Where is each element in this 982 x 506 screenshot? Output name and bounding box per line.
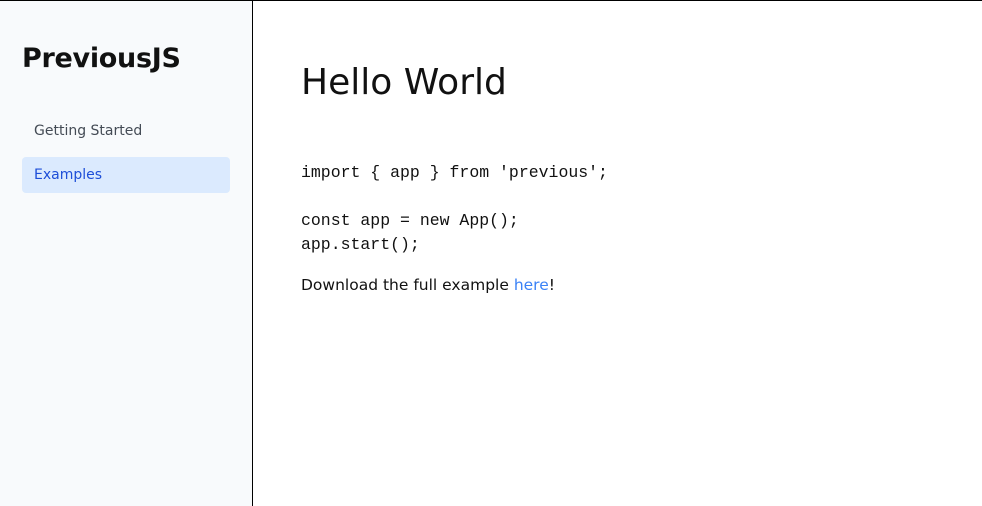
- sidebar-item-getting-started[interactable]: Getting Started: [22, 113, 230, 149]
- sidebar-item-examples[interactable]: Examples: [22, 157, 230, 193]
- brand-logo[interactable]: PreviousJS: [22, 1, 230, 76]
- main-content: Hello World import { app } from 'previou…: [253, 1, 982, 506]
- sidebar: PreviousJS Getting Started Examples: [0, 1, 253, 506]
- code-line: app.start();: [301, 235, 420, 254]
- code-line: import { app } from 'previous';: [301, 163, 608, 182]
- download-link[interactable]: here: [514, 276, 549, 294]
- sidebar-nav: Getting Started Examples: [22, 113, 230, 193]
- download-suffix: !: [548, 276, 555, 294]
- code-line: const app = new App();: [301, 211, 519, 230]
- page-title: Hello World: [301, 62, 507, 103]
- download-prefix: Download the full example: [301, 276, 514, 294]
- code-block: import { app } from 'previous'; const app…: [301, 161, 982, 257]
- download-text: Download the full example here!: [301, 273, 982, 297]
- app-window: PreviousJS Getting Started Examples Hell…: [0, 0, 982, 506]
